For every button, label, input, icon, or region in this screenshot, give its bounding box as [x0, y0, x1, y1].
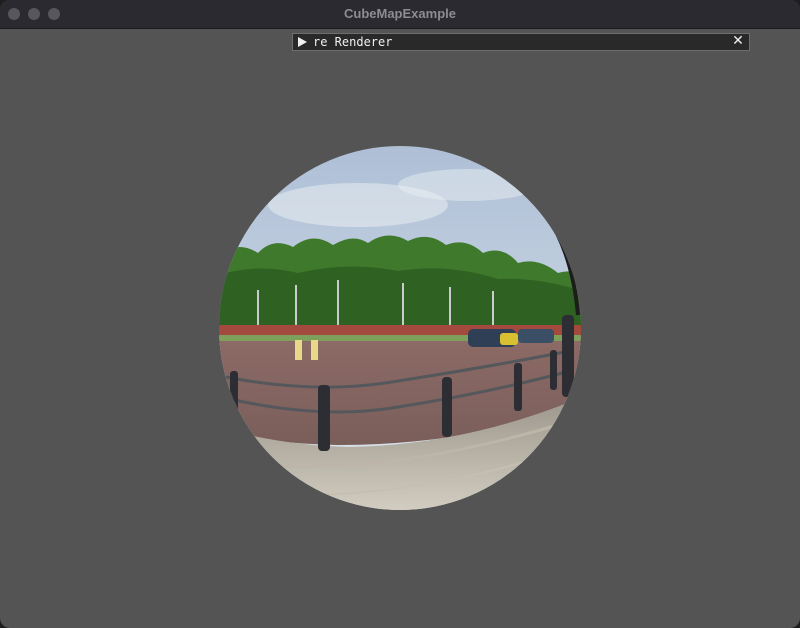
window-title: CubeMapExample — [344, 6, 456, 21]
cubemap-sphere[interactable] — [218, 145, 582, 511]
sphere-render-image — [219, 146, 581, 510]
panel-title: re Renderer — [313, 35, 393, 49]
close-icon[interactable]: ✕ — [730, 33, 746, 49]
title-bar[interactable]: CubeMapExample — [0, 0, 800, 29]
renderer-panel[interactable]: re Renderer ✕ — [292, 33, 750, 51]
render-viewport[interactable] — [0, 29, 800, 628]
app-window: CubeMapExample re Renderer ✕ — [0, 0, 800, 628]
triangle-right-icon[interactable] — [298, 37, 307, 47]
